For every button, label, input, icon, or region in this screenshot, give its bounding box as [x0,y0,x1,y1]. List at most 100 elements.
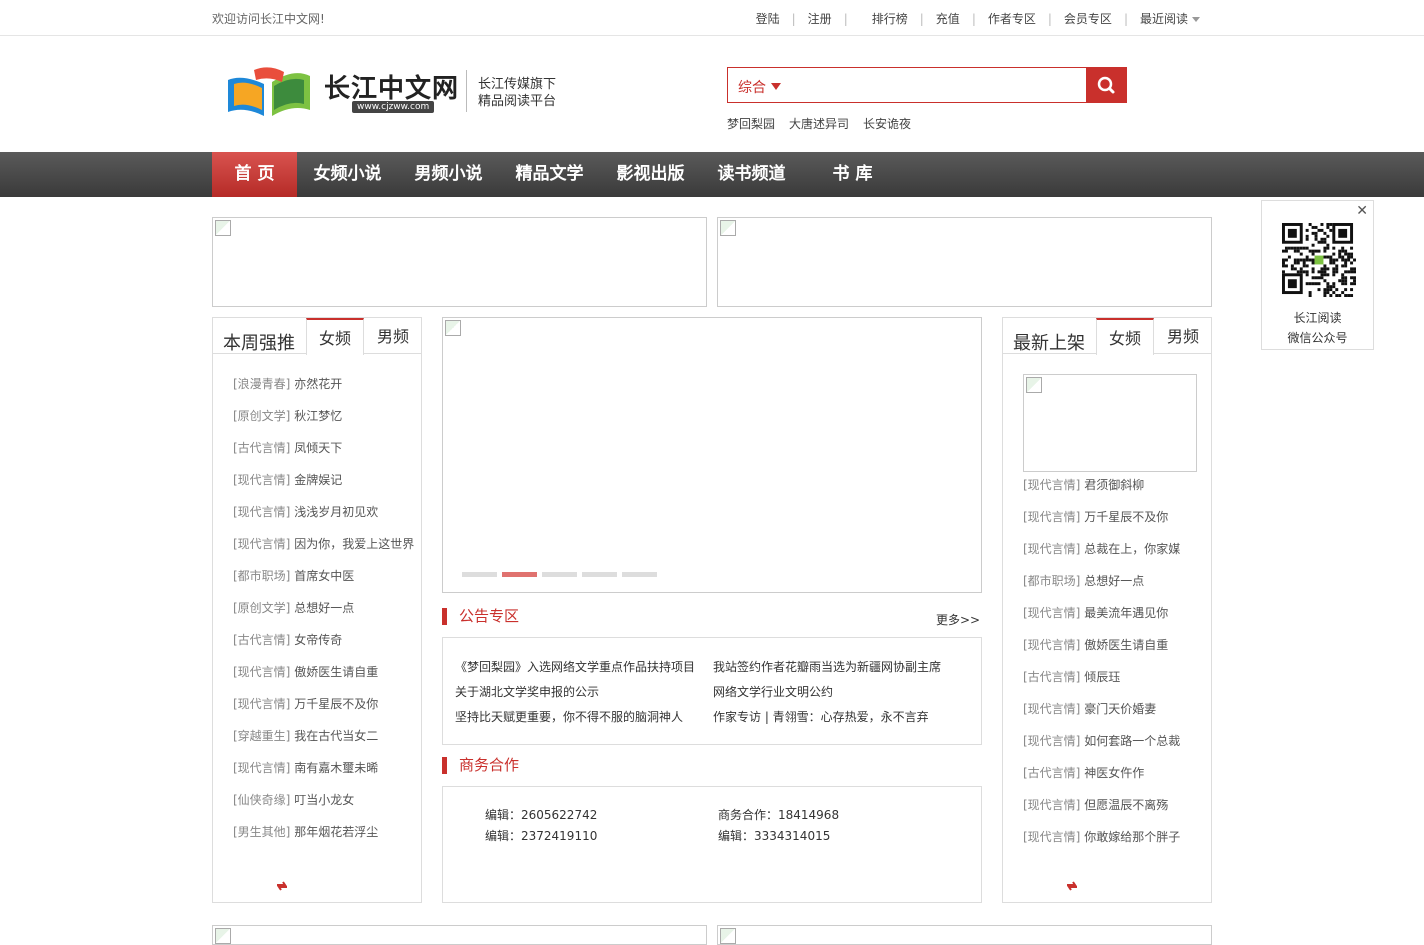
nav-fine-literature[interactable]: 精品文学 [499,152,600,197]
list-item[interactable]: [现代言情] 君须御斜柳 [1023,476,1180,508]
tab-male[interactable]: 男频 [1154,318,1212,354]
search-input[interactable] [808,74,1078,96]
notice-item[interactable]: 《梦回梨园》入选网络文学重点作品扶持项目 [455,658,695,683]
list-item[interactable]: [现代言情] 你敢嫁给那个胖子 [1023,828,1180,860]
hotword-link[interactable]: 大唐述异司 [789,115,849,132]
notice-more-link[interactable]: 更多>> [936,611,980,628]
book-title[interactable]: 最美流年遇见你 [1084,606,1168,620]
book-title[interactable]: 叮当小龙女 [294,793,354,807]
featured-slider[interactable] [442,317,982,593]
list-item[interactable]: [男生其他] 那年烟花若浮尘 [233,823,414,855]
search-button[interactable] [1086,67,1127,103]
nav-film-publishing[interactable]: 影视出版 [600,152,701,197]
list-item[interactable]: [现代言情] 万千星辰不及你 [233,695,414,727]
book-title[interactable]: 傲娇医生请自重 [1084,638,1168,652]
list-item[interactable]: [现代言情] 浅浅岁月初见欢 [233,503,414,535]
book-title[interactable]: 南有嘉木璽未晞 [294,761,378,775]
book-title[interactable]: 君须御斜柳 [1084,478,1144,492]
list-item[interactable]: [现代言情] 傲娇医生请自重 [233,663,414,695]
book-title[interactable]: 倾辰珏 [1084,670,1120,684]
author-zone-link[interactable]: 作者专区 [976,10,1048,27]
new-book-cover[interactable] [1023,374,1197,472]
search-category-select[interactable]: 综合 [738,77,781,97]
book-title[interactable]: 神医女仵作 [1084,766,1144,780]
book-title[interactable]: 总想好一点 [1084,574,1144,588]
member-zone-link[interactable]: 会员专区 [1052,10,1124,27]
book-title[interactable]: 如何套路一个总裁 [1084,734,1180,748]
list-item[interactable]: [古代言情] 女帝传奇 [233,631,414,663]
list-item[interactable]: [现代言情] 最美流年遇见你 [1023,604,1180,636]
book-title[interactable]: 那年烟花若浮尘 [294,825,378,839]
notice-item[interactable]: 我站签约作者花瓣雨当选为新疆网协副主席 [713,658,941,683]
refresh-icon[interactable] [1065,880,1079,892]
book-title[interactable]: 万千星辰不及你 [294,697,378,711]
list-item[interactable]: [古代言情] 凤倾天下 [233,439,414,471]
hotword-link[interactable]: 长安诡夜 [863,115,911,132]
list-item[interactable]: [浪漫青春] 亦然花开 [233,375,414,407]
list-item[interactable]: [现代言情] 总裁在上，你家媒 [1023,540,1180,572]
book-title[interactable]: 亦然花开 [294,377,342,391]
notice-item[interactable]: 关于湖北文学奖申报的公示 [455,683,695,708]
list-item[interactable]: [穿越重生] 我在古代当女二 [233,727,414,759]
tab-female[interactable]: 女频 [1096,318,1154,355]
recharge-link[interactable]: 充值 [924,10,972,27]
book-title[interactable]: 秋江梦忆 [294,409,342,423]
close-icon[interactable]: ✕ [1356,203,1368,219]
book-title[interactable]: 因为你，我爱上这世界 [294,537,414,551]
login-link[interactable]: 登陆 [744,10,792,27]
book-title[interactable]: 金牌娱记 [294,473,342,487]
list-item[interactable]: [仙侠奇缘] 叮当小龙女 [233,791,414,823]
list-item[interactable]: [都市职场] 总想好一点 [1023,572,1180,604]
list-item[interactable]: [原创文学] 总想好一点 [233,599,414,631]
list-item[interactable]: [古代言情] 神医女仵作 [1023,764,1180,796]
book-title[interactable]: 傲娇医生请自重 [294,665,378,679]
book-title[interactable]: 万千星辰不及你 [1084,510,1168,524]
list-item[interactable]: [现代言情] 傲娇医生请自重 [1023,636,1180,668]
list-item[interactable]: [古代言情] 倾辰珏 [1023,668,1180,700]
nav-home[interactable]: 首 页 [212,152,297,197]
slider-dot[interactable] [462,572,497,577]
list-item[interactable]: [现代言情] 豪门天价婚妻 [1023,700,1180,732]
list-item[interactable]: [现代言情] 如何套路一个总裁 [1023,732,1180,764]
hotword-link[interactable]: 梦回梨园 [727,115,775,132]
nav-male-novels[interactable]: 男频小说 [398,152,499,197]
ranking-link[interactable]: 排行榜 [848,10,920,27]
notice-item[interactable]: 网络文学行业文明公约 [713,683,941,708]
list-item[interactable]: [现代言情] 但愿温辰不离殇 [1023,796,1180,828]
book-title[interactable]: 豪门天价婚妻 [1084,702,1156,716]
book-title[interactable]: 但愿温辰不离殇 [1084,798,1168,812]
refresh-icon[interactable] [275,880,289,892]
slider-dot[interactable] [622,572,657,577]
list-item[interactable]: [现代言情] 金牌娱记 [233,471,414,503]
nav-library[interactable]: 书 库 [802,152,903,197]
list-item[interactable]: [都市职场] 首席女中医 [233,567,414,599]
bottom-banner-left[interactable] [212,925,707,945]
notice-item[interactable]: 作家专访 | 青翎雪：心存热爱，永不言弃 [713,708,941,733]
list-item[interactable]: [现代言情] 南有嘉木璽未晞 [233,759,414,791]
tab-female[interactable]: 女频 [306,318,364,355]
book-title[interactable]: 总裁在上，你家媒 [1084,542,1180,556]
book-title[interactable]: 女帝传奇 [294,633,342,647]
recent-reading-link[interactable]: 最近阅读 [1128,10,1200,27]
list-item[interactable]: [现代言情] 万千星辰不及你 [1023,508,1180,540]
slider-dot[interactable] [542,572,577,577]
nav-reading-channel[interactable]: 读书频道 [701,152,802,197]
nav-female-novels[interactable]: 女频小说 [297,152,398,197]
banner-right[interactable] [717,217,1212,307]
register-link[interactable]: 注册 [796,10,844,27]
slider-dot[interactable] [582,572,617,577]
bottom-banner-right[interactable] [717,925,1212,945]
notice-item[interactable]: 坚持比天赋更重要，你不得不服的脑洞神人 [455,708,695,733]
book-title[interactable]: 你敢嫁给那个胖子 [1084,830,1180,844]
book-title[interactable]: 凤倾天下 [294,441,342,455]
tab-male[interactable]: 男频 [364,318,422,354]
banner-left[interactable] [212,217,707,307]
slider-dot-active[interactable] [502,572,537,577]
book-title[interactable]: 浅浅岁月初见欢 [294,505,378,519]
book-title[interactable]: 总想好一点 [294,601,354,615]
list-item[interactable]: [原创文学] 秋江梦忆 [233,407,414,439]
book-title[interactable]: 首席女中医 [294,569,354,583]
list-item[interactable]: [现代言情] 因为你，我爱上这世界 [233,535,414,567]
book-title[interactable]: 我在古代当女二 [294,729,378,743]
site-logo[interactable]: 长江中文网 www.cjzww.com 长江传媒旗下 精品阅读平台 [224,66,564,122]
